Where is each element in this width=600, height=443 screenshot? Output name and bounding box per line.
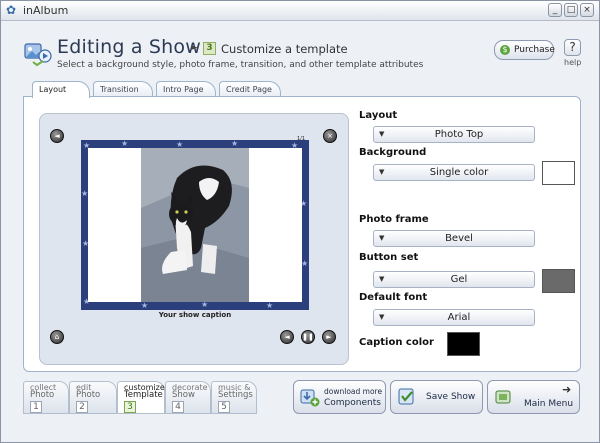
close-button[interactable]: × <box>580 3 594 17</box>
tab-transition[interactable]: Transition <box>93 81 153 97</box>
maximize-button[interactable]: □ <box>564 3 578 17</box>
title-bar: ✿ inAlbum _ □ × <box>1 1 599 21</box>
step-label-line2: Settings <box>218 390 253 400</box>
layout-select[interactable]: ▼ Photo Top <box>373 126 535 143</box>
help-button[interactable]: ? <box>564 39 581 56</box>
step-tab-customize-template[interactable]: customize Template 3 <box>117 381 165 414</box>
paw-icon: ✿ <box>6 3 17 17</box>
photo-counter: 1/1 <box>297 136 306 142</box>
tab-layout[interactable]: Layout <box>32 81 90 98</box>
photo-frame-inner <box>88 148 302 302</box>
main-menu-label: Main Menu <box>524 399 574 409</box>
page-title: Editing a Show <box>57 36 201 58</box>
download-label-line1: download more <box>324 387 383 396</box>
default-font-select[interactable]: ▼ Arial <box>373 309 535 326</box>
pause-slide-button[interactable]: ❚❚ <box>301 330 315 344</box>
layout-value: Photo Top <box>434 129 484 140</box>
step-label-line2: Template <box>124 390 163 400</box>
chevron-down-icon: ▼ <box>379 275 385 283</box>
step-label-line2: Show <box>172 390 195 400</box>
chevron-down-icon: ▼ <box>379 234 385 242</box>
step-number: 1 <box>30 401 42 413</box>
step-number: 2 <box>76 401 88 413</box>
chevron-down-icon: ▼ <box>379 313 385 321</box>
tab-credit-page[interactable]: Credit Page <box>219 81 281 97</box>
button-set-select[interactable]: ▼ Gel <box>373 271 535 288</box>
preview-back-icon[interactable]: ◄ <box>50 129 64 143</box>
step-title: Customize a template <box>221 42 348 56</box>
step-number-badge: 3 <box>203 42 216 55</box>
photo-frame-value: Bevel <box>445 233 473 244</box>
preview-home-icon[interactable]: ⌂ <box>50 330 64 344</box>
chevron-down-icon: ▼ <box>379 130 385 138</box>
background-color-swatch[interactable] <box>542 161 575 185</box>
page-subtitle: Select a background style, photo frame, … <box>57 60 424 70</box>
layout-label: Layout <box>359 110 398 121</box>
purchase-button[interactable]: $ Purchase <box>494 40 555 60</box>
next-slide-button[interactable]: ► <box>322 330 336 344</box>
main-menu-icon <box>495 390 511 404</box>
button-set-label: Button set <box>359 252 419 263</box>
tab-intro-page[interactable]: Intro Page <box>156 81 216 97</box>
button-set-color-swatch[interactable] <box>542 269 575 293</box>
step-tab-decorate-show[interactable]: decorate Show 4 <box>165 381 211 414</box>
app-window: ✿ inAlbum _ □ × Editing a Show ► 3 Custo… <box>0 0 600 443</box>
background-value: Single color <box>429 167 489 178</box>
main-menu-button[interactable]: ➜ Main Menu <box>487 380 580 414</box>
purchase-label: Purchase <box>514 45 555 55</box>
caption-color-swatch[interactable] <box>447 332 480 356</box>
preview-photo <box>141 148 249 302</box>
save-icon <box>398 388 414 405</box>
download-icon <box>300 389 320 407</box>
background-label: Background <box>359 147 427 158</box>
step-tab-edit-photo[interactable]: edit Photo 2 <box>69 381 117 414</box>
step-label-line2: Photo <box>76 390 101 400</box>
step-number: 4 <box>172 401 184 413</box>
photo-frame-label: Photo frame <box>359 214 429 225</box>
arrow-right-icon: ➜ <box>562 383 572 396</box>
caption-color-label: Caption color <box>359 337 434 348</box>
step-tab-music-settings[interactable]: music & Settings 5 <box>211 381 257 414</box>
step-tab-collect-photo[interactable]: collect Photo 1 <box>23 381 69 414</box>
step-number: 5 <box>218 401 230 413</box>
cart-icon: $ <box>500 45 510 55</box>
photo-frame-select[interactable]: ▼ Bevel <box>373 230 535 247</box>
preview-close-icon[interactable]: × <box>323 129 337 143</box>
app-title: inAlbum <box>23 4 69 17</box>
download-label-line2: Components <box>324 398 381 408</box>
minimize-button[interactable]: _ <box>548 3 562 17</box>
save-show-label: Save Show <box>426 392 476 402</box>
cat-photo-image <box>141 148 249 302</box>
show-caption: Your show caption <box>158 311 232 319</box>
prev-slide-button[interactable]: ◄ <box>280 330 294 344</box>
background-select[interactable]: ▼ Single color <box>373 164 535 181</box>
breadcrumb-arrow-icon: ► <box>191 43 198 53</box>
default-font-value: Arial <box>447 312 471 323</box>
album-logo-icon <box>24 43 52 67</box>
save-show-button[interactable]: Save Show <box>390 380 483 414</box>
button-set-value: Gel <box>450 274 468 285</box>
default-font-label: Default font <box>359 292 428 303</box>
help-label: help <box>564 58 582 67</box>
step-label-line2: Photo <box>30 390 55 400</box>
step-number: 3 <box>124 401 136 413</box>
download-components-button[interactable]: download more Components <box>293 380 386 414</box>
chevron-down-icon: ▼ <box>379 168 385 176</box>
